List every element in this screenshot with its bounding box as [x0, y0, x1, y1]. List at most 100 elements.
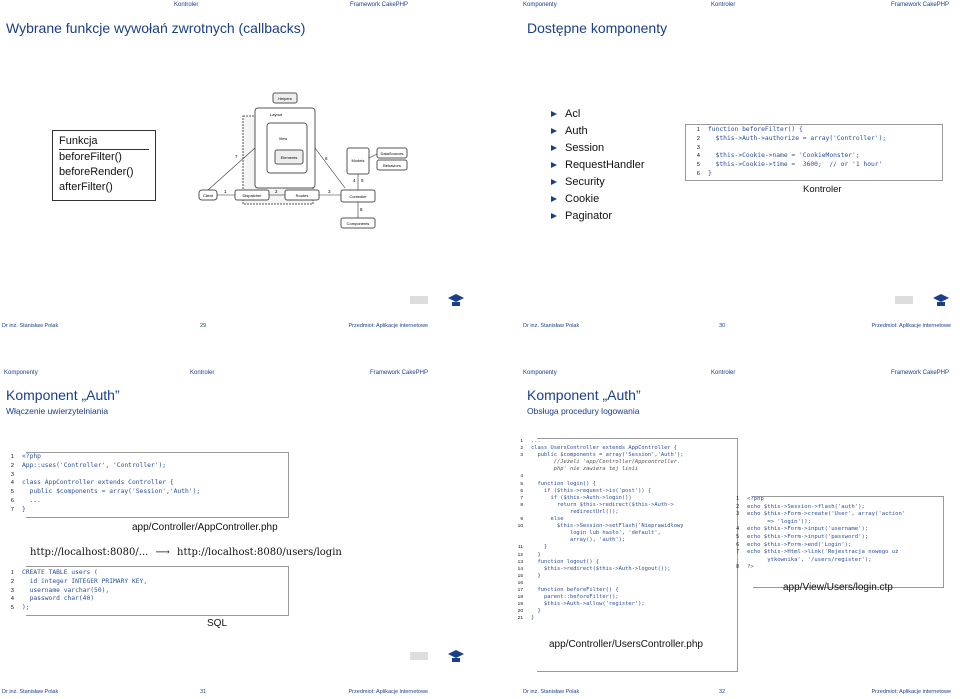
code-frame	[26, 452, 289, 518]
func-item: beforeRender()	[59, 166, 134, 178]
bullet-icon	[551, 195, 557, 202]
line-number: 6	[520, 488, 523, 494]
diagram-label: Elements	[281, 155, 298, 160]
line-number: 4	[520, 474, 523, 480]
list-item-label: Paginator	[565, 209, 613, 222]
slide-nav: Kontroler Framework CakePHP	[0, 0, 474, 10]
line-number: 17	[517, 587, 523, 593]
line-number: 4	[736, 526, 739, 533]
slide-title: Dostępne komponenty	[527, 20, 668, 36]
page-number: 29	[200, 323, 207, 329]
diagram-label: Layout	[270, 112, 283, 117]
university-logo-icon	[410, 294, 464, 306]
line-number: 3	[736, 511, 739, 518]
line-number: 19	[517, 602, 523, 608]
code-caption: Kontroler	[803, 184, 842, 195]
slide-nav: Komponenty Kontroler Framework CakePHP	[485, 356, 959, 376]
code-line: $this->Cookie->time = 3600; // or '1 hou…	[708, 161, 883, 169]
slide-title: Komponent „Auth”	[527, 387, 641, 403]
code-caption: SQL	[207, 618, 228, 629]
line-number	[509, 459, 523, 466]
url-to: http://localhost:8080/users/login	[177, 547, 342, 558]
university-logos	[893, 290, 953, 310]
slide-subtitle: Włączenie uwierzytelniania	[6, 406, 109, 416]
callbacks-table: Funkcja beforeFilter() beforeRender() af…	[52, 130, 156, 201]
table-header: Funkcja	[59, 134, 149, 150]
line-number: 12	[517, 552, 523, 558]
line-number: 15	[517, 573, 523, 579]
university-logo-icon	[410, 650, 464, 662]
line-number: 11	[518, 545, 523, 551]
footer-author: Dr inż. Stanisław Polak	[523, 689, 580, 695]
page-number: 31	[200, 689, 207, 695]
line-number	[725, 519, 739, 527]
diagram-number: 5	[361, 178, 364, 183]
slide-29: Kontroler Framework CakePHP Wybrane funk…	[0, 0, 474, 343]
list-item-label: RequestHandler	[565, 158, 645, 171]
list-item-label: Session	[565, 141, 605, 154]
code-line: $this->Cookie->name = 'CookieMonster';	[708, 152, 860, 160]
component-list: Acl Auth Session RequestHandler Security…	[551, 105, 645, 224]
page-number: 32	[719, 689, 726, 695]
list-item: RequestHandler	[551, 156, 645, 173]
nav-kontroler[interactable]: Kontroler	[190, 370, 214, 376]
diagram-number: 3	[328, 189, 331, 194]
code-line: }	[708, 169, 712, 177]
slide-footer: Dr inż. Stanisław Polak 32 Przedmiot: Ap…	[485, 689, 959, 699]
slide-footer: Dr inż. Stanisław Polak 31 Przedmiot: Ap…	[0, 689, 474, 699]
nav-kontroler[interactable]: Kontroler	[711, 370, 735, 376]
line-number	[509, 537, 523, 544]
diagram-label: Models	[352, 158, 365, 163]
line-number: 13	[517, 559, 523, 565]
slide-subtitle: Obsługa procedury logowania	[527, 406, 640, 416]
diagram-label: Helpers	[278, 96, 292, 101]
nav-framework[interactable]: Framework CakePHP	[350, 2, 408, 8]
footer-author: Dr inż. Stanisław Polak	[2, 323, 59, 329]
diagram-label: Routes	[296, 193, 309, 198]
code-line: function beforeFilter() {	[708, 126, 803, 133]
university-logo-icon	[895, 294, 949, 306]
bullet-icon	[551, 144, 557, 151]
diagram-number: 1	[224, 189, 227, 194]
line-number: 6	[736, 541, 739, 548]
nav-framework[interactable]: Framework CakePHP	[891, 370, 949, 376]
diagram-label: Components	[347, 221, 370, 226]
slide-nav: Komponenty Kontroler Framework CakePHP	[0, 356, 474, 376]
list-item-label: Cookie	[565, 192, 600, 205]
code-caption: app/Controller/AppController.php	[132, 522, 278, 533]
diagram-number: 7	[235, 154, 238, 159]
line-number	[509, 530, 523, 537]
line-number	[725, 557, 739, 565]
code-frame	[26, 566, 289, 616]
nav-komponenty[interactable]: Komponenty	[523, 370, 557, 376]
list-item: Session	[551, 139, 645, 156]
footer-subject: Przedmiot: Aplikacje internetowe	[348, 323, 428, 329]
slide-footer: Dr inż. Stanisław Polak 29 Przedmiot: Ap…	[0, 323, 474, 333]
nav-komponenty[interactable]: Komponenty	[4, 370, 38, 376]
nav-kontroler[interactable]: Kontroler	[174, 2, 198, 8]
diagram-label: DataSources	[380, 151, 403, 156]
url-from: http://localhost:8080/...	[30, 547, 149, 558]
line-number: 5	[520, 481, 523, 487]
bullet-icon	[551, 161, 557, 168]
list-item-label: Security	[565, 175, 605, 188]
footer-author: Dr inż. Stanisław Polak	[523, 323, 580, 329]
func-item: beforeFilter()	[59, 151, 122, 163]
list-item-label: Auth	[565, 124, 588, 137]
nav-komponenty[interactable]: Komponenty	[523, 2, 557, 8]
slide-title: Wybrane funkcje wywołań zwrotnych (callb…	[6, 20, 306, 36]
line-number: 7	[736, 549, 739, 556]
footer-subject: Przedmiot: Aplikacje internetowe	[348, 689, 428, 695]
nav-framework[interactable]: Framework CakePHP	[370, 370, 428, 376]
line-number: 1	[736, 496, 739, 502]
list-item: Auth	[551, 122, 645, 139]
line-number	[509, 509, 523, 516]
nav-kontroler[interactable]: Kontroler	[711, 2, 735, 8]
diagram-number: 4	[353, 178, 356, 183]
slide-nav: Komponenty Kontroler Framework CakePHP	[485, 0, 959, 10]
bullet-icon	[551, 212, 557, 219]
list-item-label: Acl	[565, 107, 581, 120]
slide-30: Komponenty Kontroler Framework CakePHP D…	[485, 0, 959, 343]
line-number: 2	[736, 503, 739, 510]
nav-framework[interactable]: Framework CakePHP	[891, 2, 949, 8]
